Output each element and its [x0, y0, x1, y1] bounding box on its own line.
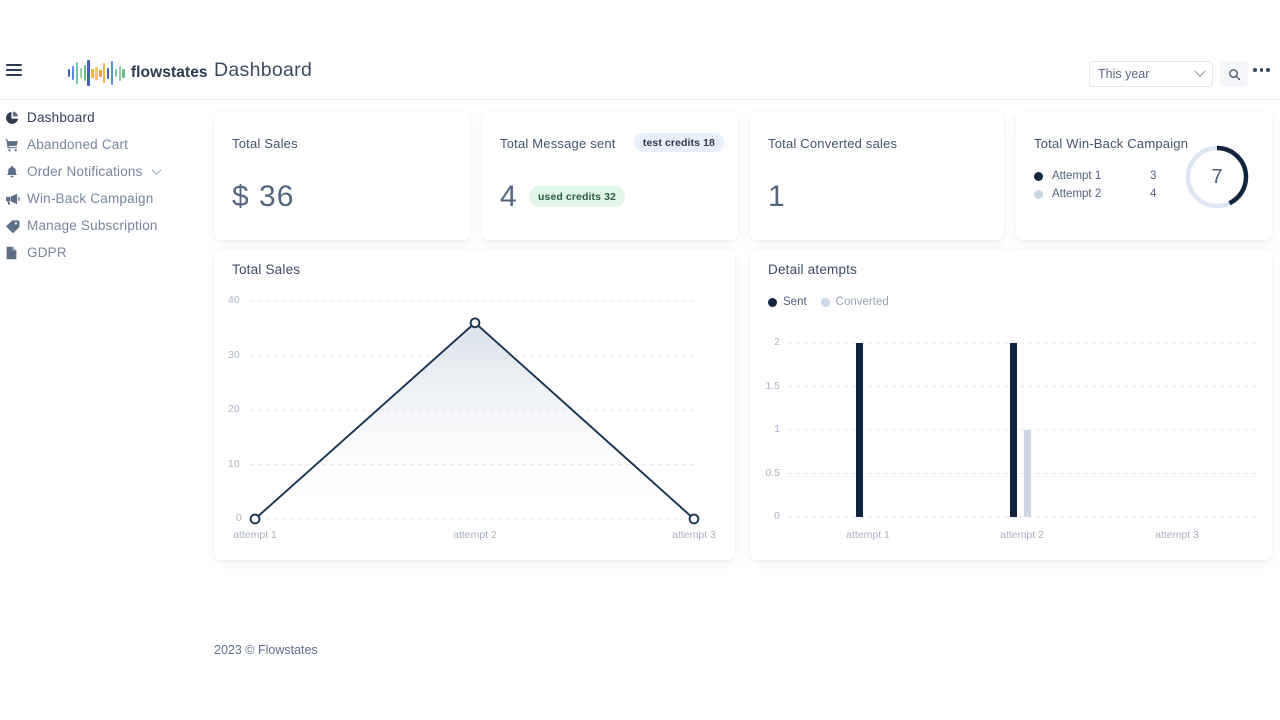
more-icon-dot — [1260, 68, 1264, 72]
brand-name: flowstates — [131, 64, 208, 82]
sidebar-item-label: Abandoned Cart — [27, 137, 128, 152]
waveform-bar — [107, 68, 109, 79]
document-icon — [5, 246, 27, 260]
more-icon-dot — [1253, 68, 1257, 72]
waveform-bar — [72, 66, 74, 80]
sidebar-item-manage-subscription[interactable]: Manage Subscription — [0, 212, 214, 239]
sidebar-item-label: Order Notifications — [27, 164, 143, 179]
x-axis-tick: attempt 2 — [992, 529, 1052, 541]
waveform-bar — [91, 69, 93, 78]
pie-chart-icon — [5, 111, 27, 125]
test-credits-badge: test credits 18 — [634, 133, 724, 152]
waveform-bar — [119, 66, 121, 81]
x-axis-tick: attempt 2 — [449, 529, 501, 541]
bar-chart-area: 0 0.5 1 1.5 2 attempt 1 attempt 2 attempt 3 — [750, 250, 1272, 560]
sidebar-item-order-notifications[interactable]: Order Notifications — [0, 158, 214, 185]
kpi-title: Total Converted sales — [768, 136, 897, 151]
waveform-bar — [115, 69, 117, 77]
waveform-bar — [76, 62, 78, 84]
sidebar: Dashboard Abandoned Cart Order Notificatio… — [0, 100, 214, 720]
page-title: Dashboard — [214, 59, 312, 82]
sidebar-item-label: Win-Back Campaign — [27, 191, 153, 206]
kpi-title: Total Win-Back Campaign — [1034, 136, 1188, 151]
x-axis-tick: attempt 1 — [838, 529, 898, 541]
waveform-bar — [68, 69, 70, 77]
win-back-donut-chart: 7 — [1184, 144, 1250, 210]
sidebar-item-label: Manage Subscription — [27, 218, 158, 233]
sidebar-item-label: GDPR — [27, 245, 67, 260]
top-bar: flowstates Dashboard This year — [0, 0, 1280, 100]
sidebar-item-gdpr[interactable]: GDPR — [0, 239, 214, 266]
legend-dot — [1034, 190, 1043, 199]
chevron-down-icon[interactable] — [151, 165, 161, 175]
legend-value: 4 — [1150, 188, 1156, 200]
chevron-down-icon — [1194, 66, 1205, 77]
waveform-bar — [111, 61, 113, 85]
legend-value: 3 — [1150, 170, 1156, 182]
sidebar-item-win-back-campaign[interactable]: Win-Back Campaign — [0, 185, 214, 212]
search-icon — [1228, 68, 1241, 81]
hamburger-bar — [6, 74, 22, 76]
kpi-value: 1 — [768, 180, 786, 214]
line-chart-area: 010203040attempt 1attempt 2attempt 3 — [214, 250, 735, 560]
waveform-bar — [87, 60, 89, 86]
kpi-title: Total Message sent — [500, 136, 616, 151]
shopping-cart-icon — [5, 138, 27, 152]
waveform-bar — [84, 65, 86, 81]
y-axis-tick: 1.5 — [750, 380, 780, 392]
kpi-card-win-back-campaign: Total Win-Back Campaign Attempt 1 3 Atte… — [1016, 112, 1272, 240]
waveform-bar — [80, 68, 82, 78]
donut-total: 7 — [1184, 144, 1250, 210]
kpi-value: 4 — [500, 180, 518, 214]
win-back-legend-item: Attempt 2 4 — [1034, 188, 1101, 200]
used-credits-badge: used credits 32 — [529, 186, 625, 207]
hamburger-icon[interactable] — [6, 64, 22, 76]
kpi-card-total-converted-sales: Total Converted sales 1 — [750, 112, 1004, 240]
waveform-icon — [68, 59, 125, 87]
waveform-bar — [99, 70, 101, 77]
y-axis-tick: 0.5 — [750, 467, 780, 479]
x-axis-tick: attempt 1 — [229, 529, 281, 541]
tag-icon — [5, 219, 27, 233]
chart-card-detail-attempts: Detail atempts Sent Converted 00.511.52a… — [750, 250, 1272, 560]
y-axis-tick: 2 — [750, 336, 780, 348]
x-axis-tick: attempt 3 — [1147, 529, 1207, 541]
footer-text: 2023 © Flowstates — [214, 643, 318, 657]
x-axis-tick: attempt 3 — [668, 529, 720, 541]
waveform-bar — [103, 63, 105, 83]
date-range-value: This year — [1098, 67, 1196, 81]
y-axis-tick: 0 — [750, 510, 780, 522]
kpi-title: Total Sales — [232, 136, 298, 151]
more-options-button[interactable] — [1253, 68, 1270, 72]
brand-logo[interactable]: flowstates — [68, 58, 208, 88]
hamburger-bar — [6, 64, 22, 66]
more-icon-dot — [1266, 68, 1270, 72]
waveform-bar — [122, 69, 124, 78]
search-button[interactable] — [1220, 61, 1248, 87]
legend-label: Attempt 2 — [1052, 188, 1101, 200]
legend-dot — [1034, 172, 1043, 181]
y-axis-tick: 1 — [750, 423, 780, 435]
kpi-card-total-message-sent: Total Message sent test credits 18 4 use… — [482, 112, 738, 240]
legend-label: Attempt 1 — [1052, 170, 1101, 182]
date-range-select[interactable]: This year — [1089, 61, 1213, 87]
line-series — [214, 250, 735, 560]
bell-icon — [5, 165, 27, 179]
sidebar-item-abandoned-cart[interactable]: Abandoned Cart — [0, 131, 214, 158]
kpi-card-total-sales: Total Sales $ 36 — [214, 112, 470, 240]
waveform-bar — [95, 67, 97, 80]
hamburger-bar — [6, 69, 22, 71]
chart-card-total-sales: Total Sales 010203040attempt 1attempt 2a… — [214, 250, 735, 560]
sidebar-item-label: Dashboard — [27, 110, 95, 125]
win-back-legend-item: Attempt 1 3 — [1034, 170, 1101, 182]
megaphone-icon — [5, 192, 27, 206]
kpi-value: $ 36 — [232, 180, 294, 214]
sidebar-item-dashboard[interactable]: Dashboard — [0, 104, 214, 131]
